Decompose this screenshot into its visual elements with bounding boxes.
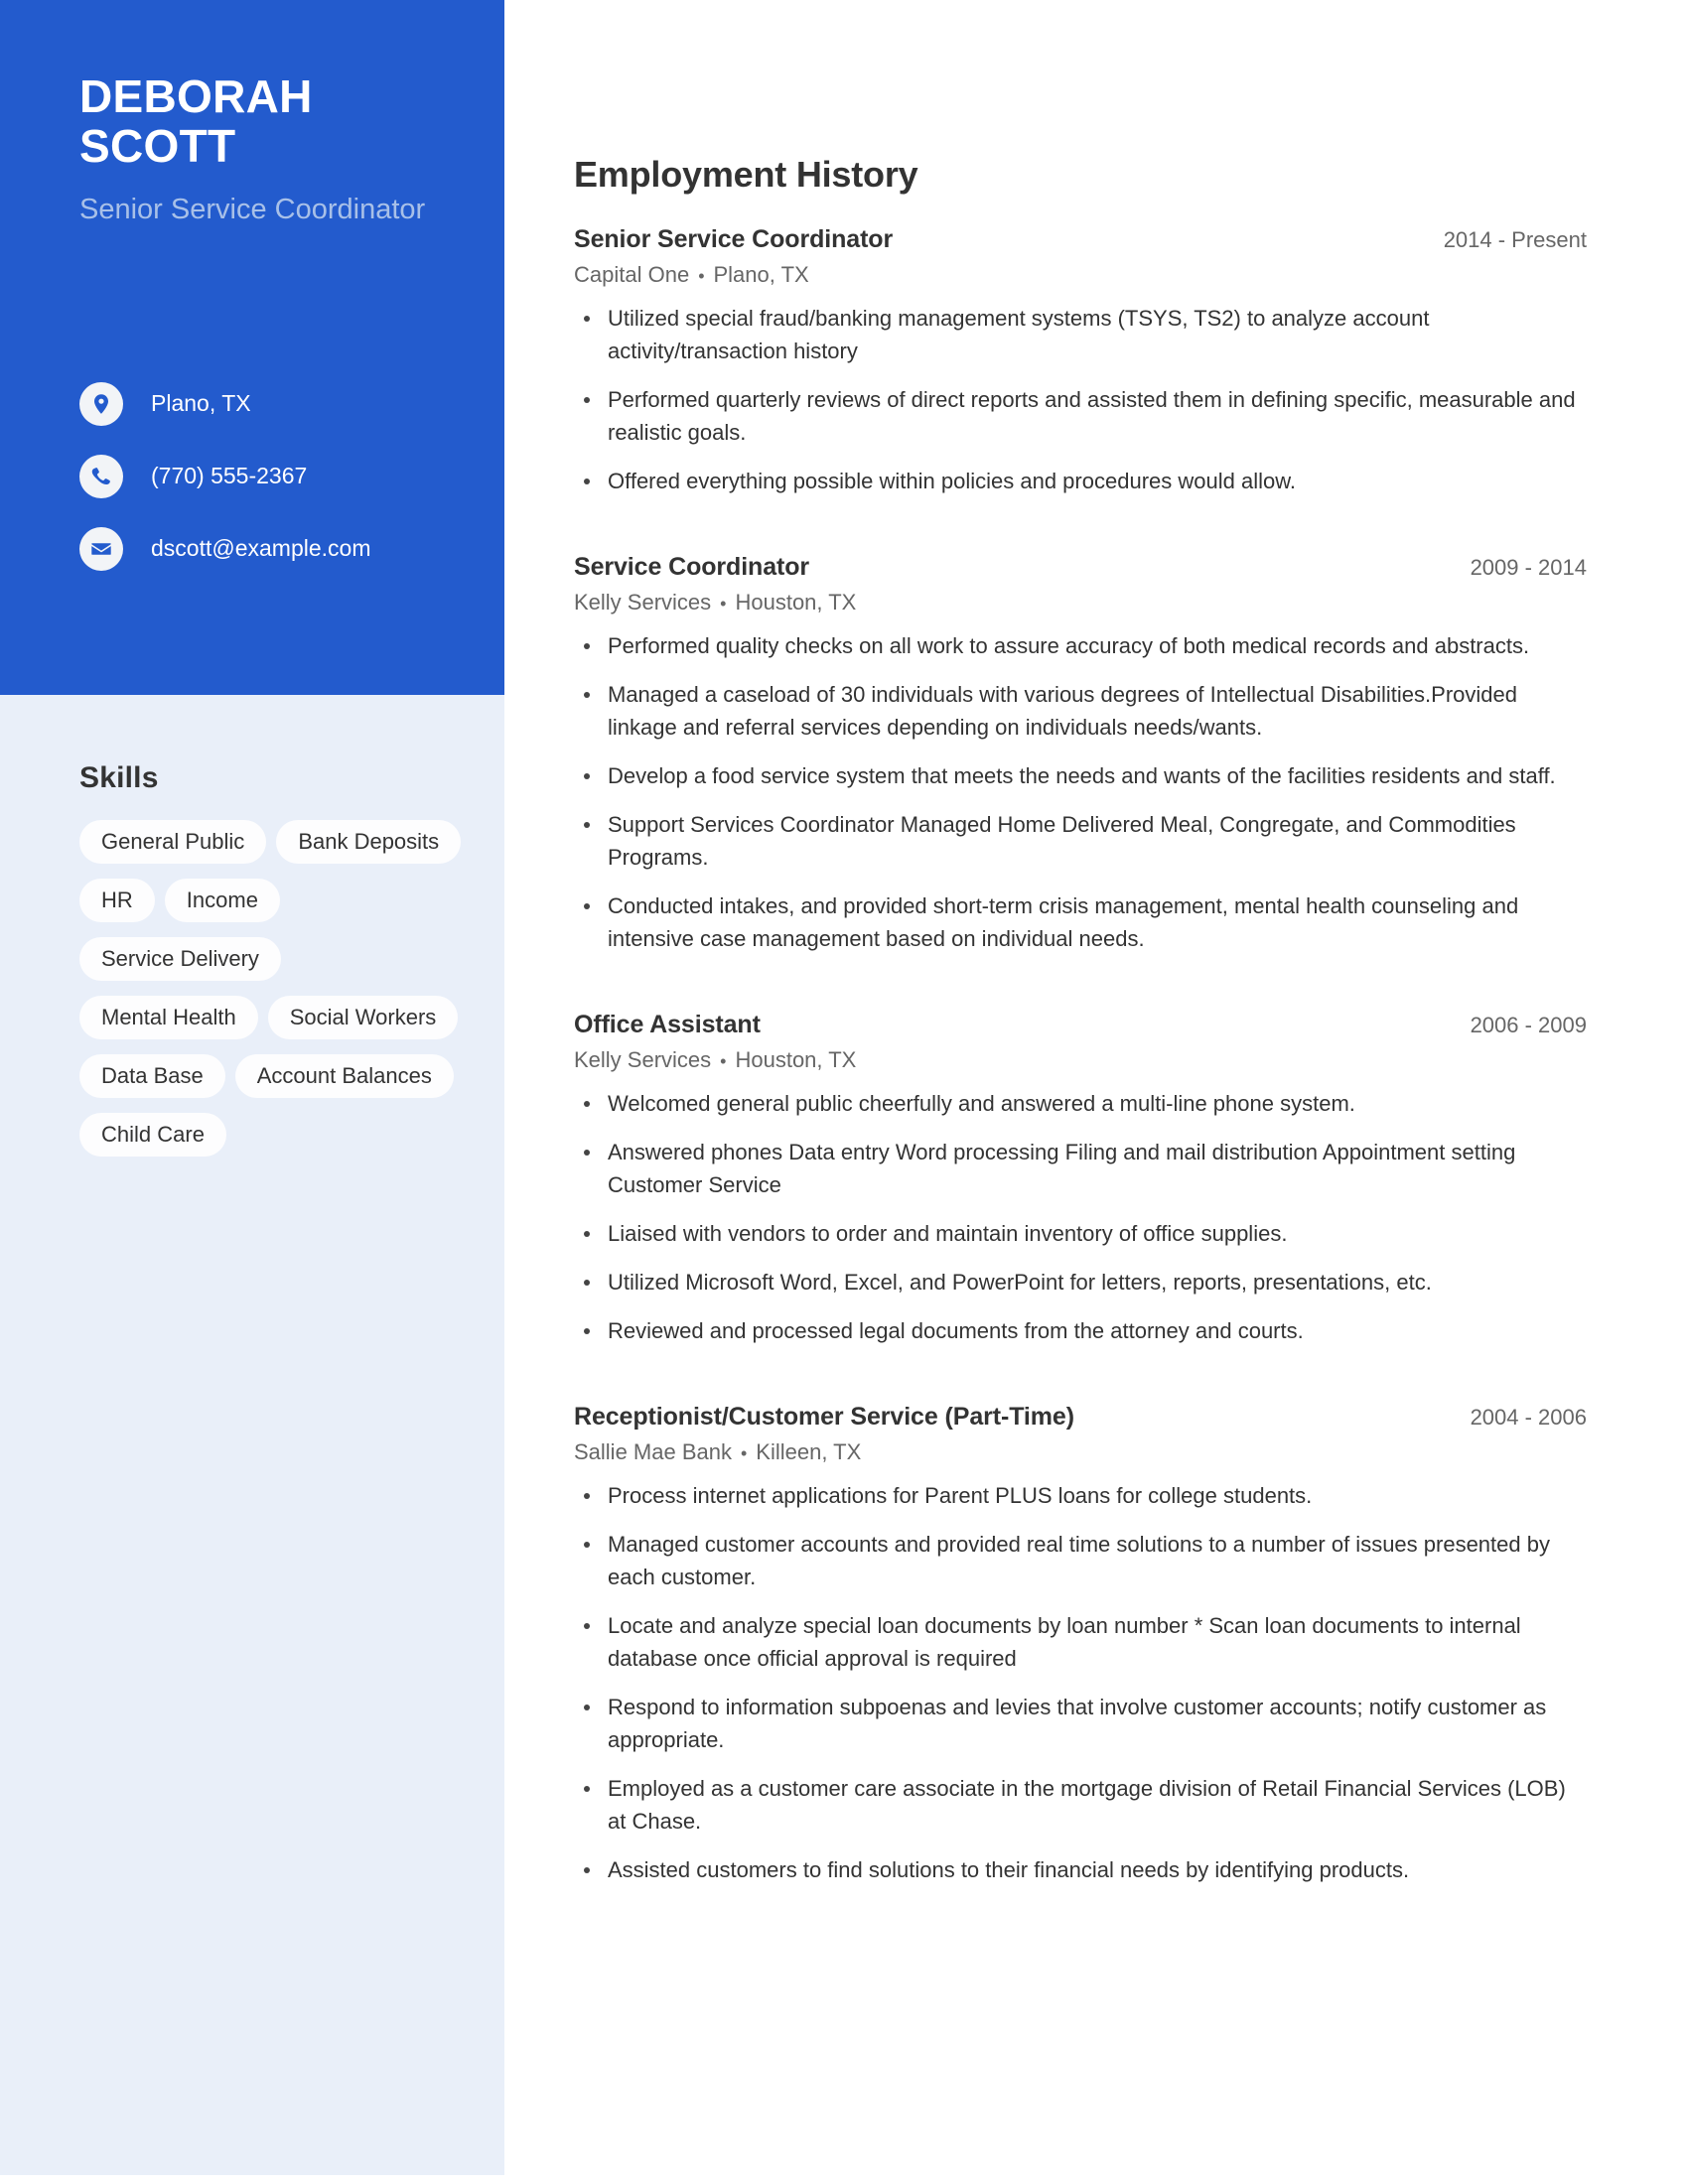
job-header: Senior Service Coordinator 2014 - Present (574, 225, 1587, 254)
job-bullet: Employed as a customer care associate in… (574, 1772, 1587, 1838)
skill-pill: Child Care (79, 1112, 226, 1157)
job-bullet-list: Utilized special fraud/banking managemen… (574, 302, 1587, 497)
skill-pill: Bank Deposits (276, 819, 462, 864)
contact-phone-value: (770) 555-2367 (151, 463, 308, 488)
job-bullet: Utilized special fraud/banking managemen… (574, 302, 1587, 367)
main-content: Employment History Senior Service Coordi… (574, 0, 1587, 1902)
skills-section: Skills General Public Bank Deposits HR Inco… (0, 737, 504, 1171)
job-bullet: Welcomed general public cheerfully and a… (574, 1087, 1587, 1120)
job-header: Receptionist/Customer Service (Part-Time… (574, 1403, 1587, 1432)
job-entry: Service Coordinator 2009 - 2014 Kelly Serv… (574, 553, 1587, 955)
job-role: Senior Service Coordinator (574, 225, 894, 253)
contact-item-phone: (770) 555-2367 (79, 440, 496, 512)
job-entry: Office Assistant 2006 - 2009 Kelly Service… (574, 1011, 1587, 1347)
job-company-location: Kelly Services • Houston, TX (574, 590, 1587, 615)
job-role: Office Assistant (574, 1011, 761, 1038)
job-company-location: Capital One • Plano, TX (574, 262, 1587, 288)
job-location: Houston, TX (735, 1047, 857, 1072)
job-bullet: Offered everything possible within polic… (574, 465, 1587, 497)
job-company: Capital One (574, 262, 690, 287)
job-bullet: Assisted customers to find solutions to … (574, 1853, 1587, 1886)
employment-history-heading: Employment History (574, 154, 918, 195)
job-bullet-list: Process internet applications for Parent… (574, 1479, 1587, 1886)
job-dates: 2006 - 2009 (1470, 1013, 1587, 1037)
job-bullet: Support Services Coordinator Managed Hom… (574, 808, 1587, 874)
job-dates: 2014 - Present (1443, 227, 1587, 252)
sidebar: DEBORAH SCOTT Senior Service Coordinator… (0, 0, 504, 2175)
job-company: Kelly Services (574, 590, 712, 614)
job-bullet: Managed customer accounts and provided r… (574, 1528, 1587, 1593)
job-entry: Senior Service Coordinator 2014 - Present… (574, 225, 1587, 497)
job-role: Service Coordinator (574, 553, 810, 581)
job-bullet: Answered phones Data entry Word processi… (574, 1136, 1587, 1201)
skill-pill: Account Balances (234, 1053, 454, 1098)
job-location: Plano, TX (713, 262, 809, 287)
job-location: Killeen, TX (756, 1439, 862, 1464)
job-dates: 2009 - 2014 (1470, 555, 1587, 580)
job-bullet: Liaised with vendors to order and mainta… (574, 1217, 1587, 1250)
skill-pill: Income (164, 878, 280, 922)
contact-email-value: dscott@example.com (151, 535, 371, 561)
skills-heading: Skills (79, 760, 159, 794)
job-header: Service Coordinator 2009 - 2014 (574, 553, 1587, 582)
job-bullet: Performed quarterly reviews of direct re… (574, 383, 1587, 449)
skill-pill: HR (79, 878, 155, 922)
job-dates: 2004 - 2006 (1470, 1405, 1587, 1430)
contact-item-email: dscott@example.com (79, 512, 496, 585)
job-bullet: Develop a food service system that meets… (574, 759, 1587, 792)
skill-pill: Service Delivery (79, 936, 281, 981)
job-location: Houston, TX (735, 590, 857, 614)
first-name: DEBORAH (79, 70, 313, 122)
contact-item-location: Plano, TX (79, 367, 496, 440)
job-bullet: Managed a caseload of 30 individuals wit… (574, 678, 1587, 744)
contact-list: Plano, TX (770) 555-2367 dscott@example.… (79, 367, 496, 585)
job-bullet: Process internet applications for Parent… (574, 1479, 1587, 1512)
job-role: Receptionist/Customer Service (Part-Time… (574, 1403, 1074, 1431)
phone-icon (79, 454, 123, 498)
job-company-location: Sallie Mae Bank • Killeen, TX (574, 1439, 1587, 1465)
meta-separator-dot-icon: • (740, 1442, 748, 1463)
job-bullet-list: Welcomed general public cheerfully and a… (574, 1087, 1587, 1347)
meta-separator-dot-icon: • (720, 1050, 727, 1071)
meta-separator-dot-icon: • (720, 593, 727, 614)
skill-pill: Social Workers (267, 995, 459, 1039)
headline: Senior Service Coordinator (79, 194, 426, 225)
job-company-location: Kelly Services • Houston, TX (574, 1047, 1587, 1073)
job-bullet: Respond to information subpoenas and lev… (574, 1691, 1587, 1756)
skill-pill: General Public (79, 819, 267, 864)
employment-job-list: Senior Service Coordinator 2014 - Present… (574, 225, 1587, 1886)
location-pin-icon (79, 381, 123, 426)
job-bullet: Conducted intakes, and provided short-te… (574, 889, 1587, 955)
job-bullet: Performed quality checks on all work to … (574, 629, 1587, 662)
last-name: SCOTT (79, 120, 236, 172)
sidebar-header: DEBORAH SCOTT Senior Service Coordinator… (0, 0, 504, 695)
job-bullet: Utilized Microsoft Word, Excel, and Powe… (574, 1266, 1587, 1298)
job-bullet: Reviewed and processed legal documents f… (574, 1314, 1587, 1347)
meta-separator-dot-icon: • (698, 265, 705, 286)
contact-location-value: Plano, TX (151, 390, 251, 416)
job-company: Sallie Mae Bank (574, 1439, 732, 1464)
resume-page: DEBORAH SCOTT Senior Service Coordinator… (0, 0, 1688, 2184)
job-bullet-list: Performed quality checks on all work to … (574, 629, 1587, 955)
name-block: DEBORAH SCOTT Senior Service Coordinator (79, 71, 477, 229)
skills-pill-list: General Public Bank Deposits HR Income Servi… (79, 819, 477, 1171)
job-company: Kelly Services (574, 1047, 712, 1072)
job-header: Office Assistant 2006 - 2009 (574, 1011, 1587, 1039)
skill-pill: Data Base (79, 1053, 225, 1098)
job-entry: Receptionist/Customer Service (Part-Time… (574, 1403, 1587, 1886)
email-icon (79, 526, 123, 571)
job-bullet: Locate and analyze special loan document… (574, 1609, 1587, 1675)
skill-pill: Mental Health (79, 995, 258, 1039)
